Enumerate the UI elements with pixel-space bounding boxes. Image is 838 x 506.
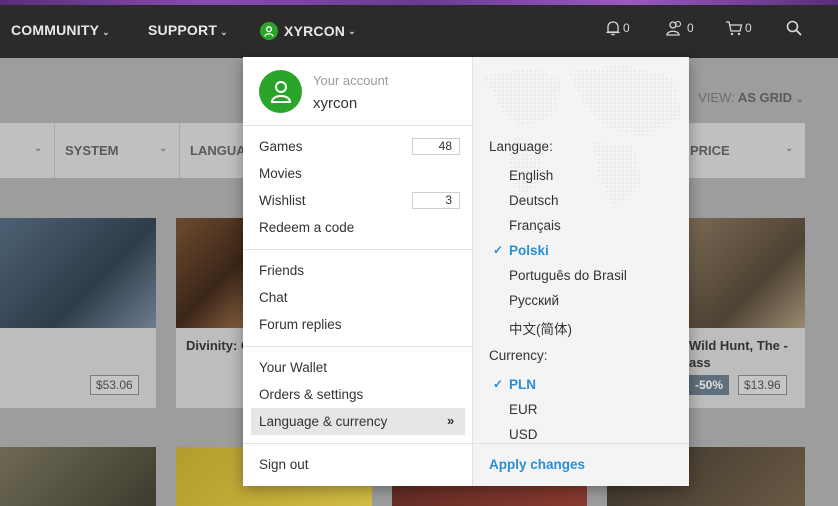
menu-divider [243,346,473,347]
cart-count: 0 [745,21,752,35]
game-cover-image [689,218,805,328]
friends-icon [666,20,682,36]
checkmark-icon: ✓ [493,243,504,257]
view-as-toggle[interactable]: VIEW: AS GRID ⌄ [698,90,804,105]
menu-sign-out[interactable]: Sign out [259,457,309,472]
language-option-portugues[interactable]: Português do Brasil [509,268,627,283]
apply-divider [473,443,689,444]
menu-language-currency[interactable]: Language & currency [259,414,387,429]
menu-movies[interactable]: Movies [259,166,302,181]
notifications-button[interactable]: 0 [605,20,630,36]
language-option-chinese[interactable]: 中文(简体) [509,318,572,338]
game-card[interactable] [0,447,156,506]
menu-forum-replies[interactable]: Forum replies [259,317,342,332]
friends-count: 0 [687,21,694,35]
nav-community-label: COMMUNITY [11,22,100,38]
nav-user-label: XYRCON [284,23,346,39]
chevron-down-icon: ⌄ [348,25,356,36]
menu-chat[interactable]: Chat [259,290,288,305]
game-card[interactable] [176,218,246,408]
currency-option-pln[interactable]: PLN [509,377,536,392]
language-option-francais[interactable]: Français [509,218,561,233]
language-option-english[interactable]: English [509,168,553,183]
account-menu-panel: Your account xyrcon Games 48 Movies Wish… [243,57,473,486]
price-tag[interactable]: $53.06 [90,375,139,395]
nav-community[interactable]: COMMUNITY ⌄ [11,22,110,38]
game-title: Divinity: O [186,338,252,353]
game-cover-image [0,218,156,328]
menu-games[interactable]: Games [259,139,303,154]
currency-option-eur[interactable]: EUR [509,402,538,417]
language-option-deutsch[interactable]: Deutsch [509,193,559,208]
menu-redeem-code[interactable]: Redeem a code [259,220,354,235]
search-button[interactable] [786,20,804,36]
language-label: Language: [489,139,553,154]
bell-icon [606,21,620,36]
language-option-russian[interactable]: Русский [509,293,559,308]
search-icon [786,20,802,36]
discount-badge: -50% [689,375,730,395]
filter-system[interactable]: SYSTEM [65,143,118,158]
chevron-down-icon: ⌄ [102,27,110,37]
nav-support[interactable]: SUPPORT ⌄ [148,22,228,38]
currency-label: Currency: [489,348,548,363]
cart-icon [726,21,743,36]
top-navbar [0,0,838,58]
avatar[interactable] [259,70,302,113]
language-currency-panel: Language: English Deutsch Français ✓ Pol… [473,57,689,486]
chevron-down-icon: ⌄ [159,143,168,154]
account-label: Your account [313,73,389,88]
apply-changes-button[interactable]: Apply changes [489,457,585,472]
user-icon [270,80,291,103]
price-tag[interactable]: $13.96 [738,375,787,395]
filter-language[interactable]: LANGUA [190,143,246,158]
view-as-value: AS GRID [737,90,792,105]
chevron-down-icon: ⌄ [785,143,794,154]
game-cover-image [176,218,246,328]
wishlist-count: 3 [412,192,460,209]
nav-support-label: SUPPORT [148,22,218,38]
menu-wishlist[interactable]: Wishlist [259,193,306,208]
account-username[interactable]: xyrcon [313,95,357,112]
language-option-polski[interactable]: Polski [509,243,549,258]
game-title: Wild Hunt, The - [689,338,788,353]
game-title-line2: ass [689,355,711,370]
checkmark-icon: ✓ [493,377,504,391]
menu-orders-settings[interactable]: Orders & settings [259,387,363,402]
games-count: 48 [412,138,460,155]
filter-divider [179,123,180,178]
chevron-down-icon: ⌄ [220,27,228,37]
chevron-down-icon: ⌄ [34,143,43,154]
menu-divider [243,249,473,250]
nav-user-menu[interactable]: XYRCON ⌄ [260,22,356,40]
user-avatar-icon [260,22,278,40]
menu-friends[interactable]: Friends [259,263,304,278]
view-as-label: VIEW: [698,90,735,105]
filter-divider [54,123,55,178]
friends-button[interactable]: 0 [665,20,694,36]
double-chevron-right-icon: » [447,413,455,428]
cart-button[interactable]: 0 [725,20,752,36]
account-dropdown: Your account xyrcon Games 48 Movies Wish… [243,57,689,486]
menu-wallet[interactable]: Your Wallet [259,360,327,375]
menu-divider [243,443,473,444]
filter-price[interactable]: PRICE [690,143,730,158]
notifications-count: 0 [623,21,630,35]
chevron-down-icon: ⌄ [795,94,804,105]
top-accent-stripe [0,0,838,5]
currency-option-usd[interactable]: USD [509,427,538,442]
account-header: Your account xyrcon [243,57,473,126]
